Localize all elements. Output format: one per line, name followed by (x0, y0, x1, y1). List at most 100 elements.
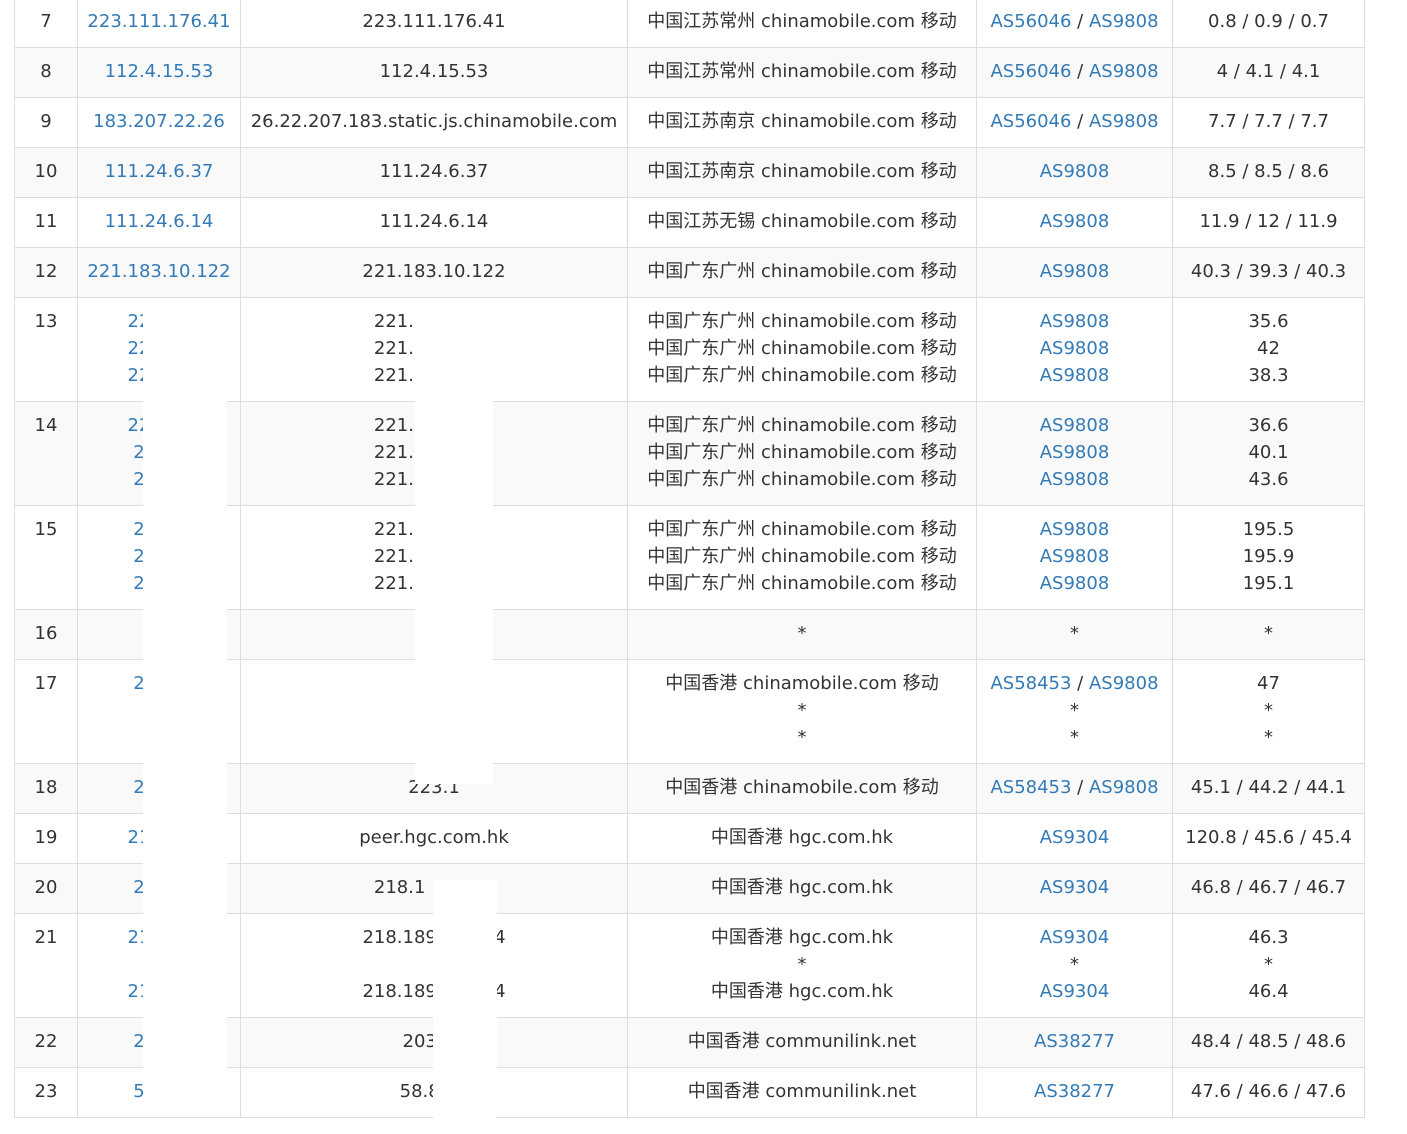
latency-text: 7.7 / 7.7 / 7.7 (1208, 111, 1329, 132)
asn-link[interactable]: AS9304 (1040, 927, 1110, 948)
hop-hostname-cell: 26.22.207.183.static.js.chinamobile.com (240, 97, 628, 148)
location-text: 中国香港 communilink.net (687, 1081, 917, 1102)
asn-link[interactable]: AS56046 (990, 11, 1071, 32)
hop-location-cell: 中国香港 hgc.com.hk (627, 813, 977, 864)
hop-latency-cell: 47.6 / 46.6 / 47.6 (1172, 1067, 1365, 1118)
location-text: 中国江苏常州 chinamobile.com 移动 (647, 61, 957, 82)
ip-link[interactable]: 221.183.10.122 (87, 261, 230, 282)
location-text: 中国广东广州 chinamobile.com 移动 (647, 573, 957, 594)
asn-link[interactable]: AS9808 (1040, 573, 1110, 594)
asn-link[interactable]: AS9808 (1040, 311, 1110, 332)
location-text: * (797, 623, 807, 644)
hop-number-label: 8 (40, 61, 52, 82)
hop-number: 8 (14, 47, 78, 98)
asn-link[interactable]: AS9808 (1040, 469, 1110, 490)
asn-link[interactable]: AS38277 (1034, 1031, 1115, 1052)
hop-number-label: 23 (34, 1081, 58, 1102)
asn-link[interactable]: AS9808 (1040, 519, 1110, 540)
ip-line: 223.111.176.41 (82, 8, 236, 35)
latency-text: 8.5 / 8.5 / 8.6 (1208, 161, 1329, 182)
hop-location-cell: 中国江苏南京 chinamobile.com 移动 (627, 147, 977, 198)
asn-line: AS38277 (981, 1028, 1168, 1055)
asn-link[interactable]: AS9808 (1040, 442, 1110, 463)
redaction-mask-host (415, 314, 493, 784)
asn-link[interactable]: AS9304 (1040, 981, 1110, 1002)
hop-latency-cell: 4 / 4.1 / 4.1 (1172, 47, 1365, 98)
asn-link[interactable]: AS9808 (1040, 338, 1110, 359)
hop-ip-cell: 183.207.22.26 (77, 97, 241, 148)
asn-line: * (981, 951, 1168, 978)
location-text: * (797, 700, 807, 721)
hop-asn-cell: AS56046 / AS9808 (976, 97, 1173, 148)
latency-text: 48.4 / 48.5 / 48.6 (1190, 1031, 1347, 1052)
hop-number-label: 15 (34, 519, 58, 540)
asn-link[interactable]: AS9808 (1040, 415, 1110, 436)
hop-latency-cell: 7.7 / 7.7 / 7.7 (1172, 97, 1365, 148)
ip-line: 183.207.22.26 (82, 108, 236, 135)
asn-link[interactable]: AS9304 (1040, 877, 1110, 898)
hop-hostname-cell: 223.111.176.41 (240, 0, 628, 48)
asn-link[interactable]: AS56046 (990, 111, 1071, 132)
hop-number-label: 10 (34, 161, 58, 182)
hop-number-label: 19 (34, 827, 58, 848)
asn-link[interactable]: AS9808 (1089, 61, 1159, 82)
location-text: 中国江苏南京 chinamobile.com 移动 (647, 161, 957, 182)
hop-location-cell: 中国江苏常州 chinamobile.com 移动 (627, 0, 977, 48)
latency-text: 45.1 / 44.2 / 44.1 (1190, 777, 1347, 798)
hop-latency-cell: 46.8 / 46.7 / 46.7 (1172, 863, 1365, 914)
asn-link[interactable]: AS9808 (1089, 673, 1159, 694)
location-text: 中国广东广州 chinamobile.com 移动 (647, 338, 957, 359)
hop-number-label: 18 (34, 777, 58, 798)
asn-link[interactable]: AS9808 (1089, 777, 1159, 798)
hop-ip-cell: 223.111.176.41 (77, 0, 241, 48)
hop-latency-cell: 0.8 / 0.9 / 0.7 (1172, 0, 1365, 48)
asn-line: AS9808 (981, 335, 1168, 362)
ip-link[interactable]: 223.111.176.41 (87, 11, 230, 32)
asn-link[interactable]: AS9808 (1040, 365, 1110, 386)
hostname-text: 111.24.6.37 (379, 161, 489, 182)
hop-number: 10 (14, 147, 78, 198)
hop-number: 14 (14, 401, 78, 506)
hop-number: 13 (14, 297, 78, 402)
asn-unknown: * (1070, 727, 1079, 748)
asn-link[interactable]: AS9808 (1040, 261, 1110, 282)
latency-text: 195.9 (1242, 546, 1295, 567)
asn-link[interactable]: AS9808 (1089, 11, 1159, 32)
hop-asn-cell: AS9304 (976, 813, 1173, 864)
ip-link[interactable]: 112.4.15.53 (105, 61, 214, 82)
hop-latency-cell: 11.9 / 12 / 11.9 (1172, 197, 1365, 248)
asn-link[interactable]: AS9808 (1040, 211, 1110, 232)
ip-link[interactable]: 111.24.6.37 (105, 161, 214, 182)
asn-link[interactable]: AS9304 (1040, 827, 1110, 848)
asn-link[interactable]: AS9808 (1040, 161, 1110, 182)
hop-number-label: 9 (40, 111, 52, 132)
location-text: * (797, 727, 807, 748)
asn-link[interactable]: AS58453 (990, 777, 1071, 798)
asn-separator: / (1071, 111, 1089, 132)
asn-link[interactable]: AS58453 (990, 673, 1071, 694)
asn-link[interactable]: AS38277 (1034, 1081, 1115, 1102)
asn-line: * (981, 697, 1168, 724)
ip-link[interactable]: 183.207.22.26 (93, 111, 225, 132)
hop-number: 7 (14, 0, 78, 48)
hop-hostname-cell: 111.24.6.14 (240, 197, 628, 248)
hop-number-label: 20 (34, 877, 58, 898)
asn-line: AS56046 / AS9808 (981, 108, 1168, 135)
asn-link[interactable]: AS9808 (1040, 546, 1110, 567)
hop-latency-cell: 46.3 * 46.4 (1172, 913, 1365, 1018)
asn-link[interactable]: AS56046 (990, 61, 1071, 82)
location-text: 中国香港 hgc.com.hk (710, 827, 894, 848)
asn-line: AS9808 (981, 543, 1168, 570)
hop-hostname-cell: 221.183.10.122 (240, 247, 628, 298)
ip-link[interactable]: 111.24.6.14 (105, 211, 214, 232)
latency-text: 120.8 / 45.6 / 45.4 (1185, 827, 1352, 848)
hop-hostname-cell: peer.hgc.com.hk (240, 813, 628, 864)
redaction-mask-host-lower (433, 880, 497, 1118)
hop-number: 23 (14, 1067, 78, 1118)
hop-asn-cell: AS9808 AS9808 AS9808 (976, 297, 1173, 402)
latency-text: 46.4 (1248, 981, 1289, 1002)
hop-number: 11 (14, 197, 78, 248)
asn-unknown: * (1070, 954, 1079, 975)
hop-number-label: 17 (34, 673, 58, 694)
asn-link[interactable]: AS9808 (1089, 111, 1159, 132)
